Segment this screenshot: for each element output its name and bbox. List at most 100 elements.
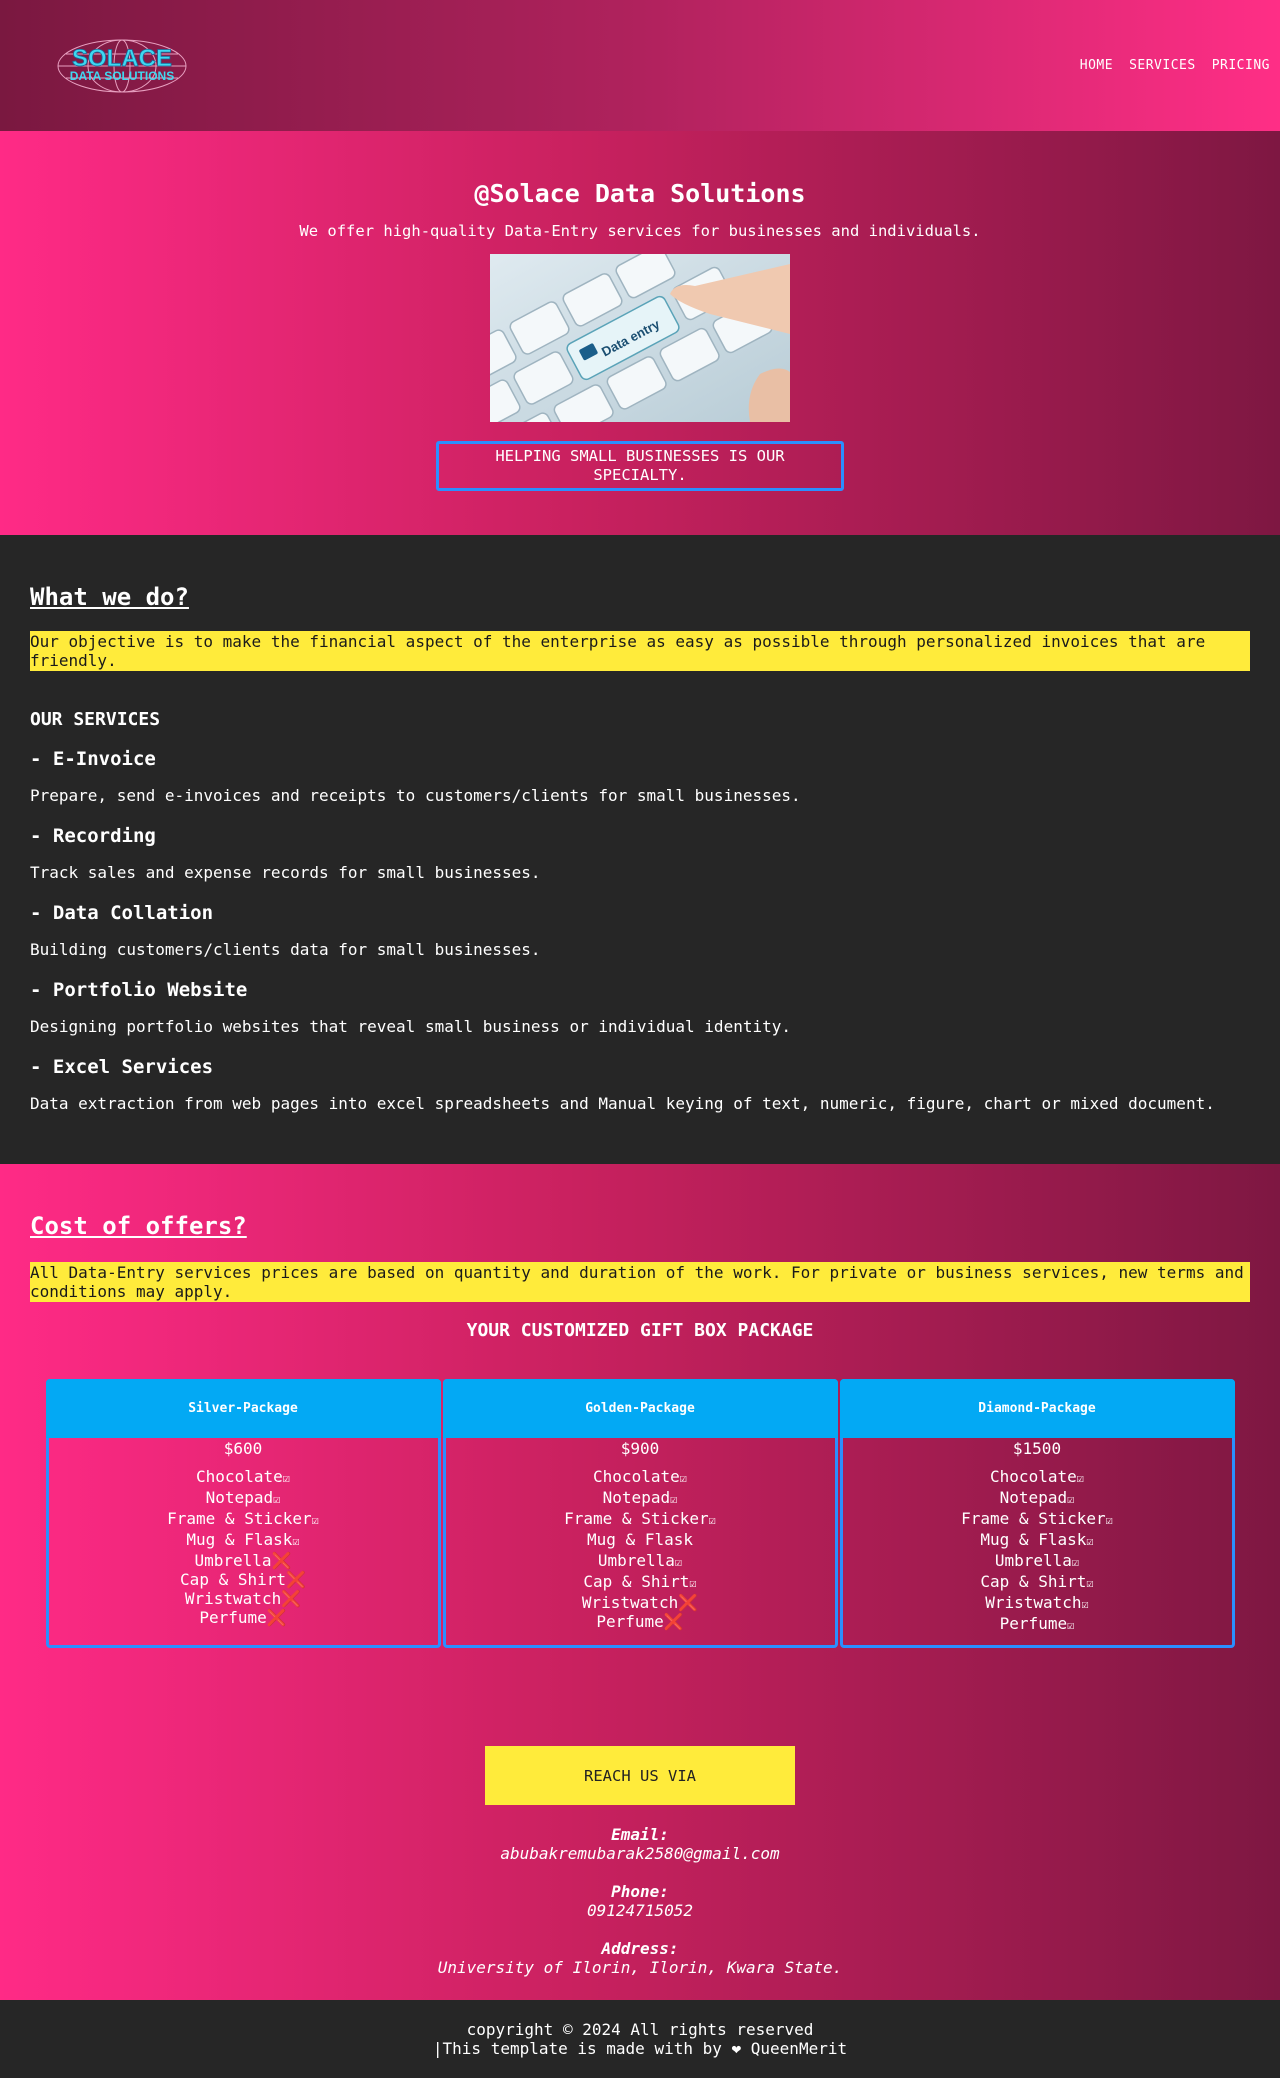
- cross-icon: ❌: [678, 1593, 699, 1612]
- package-item: Mug & Flask☑: [49, 1530, 438, 1551]
- package-item-label: Notepad: [999, 1488, 1068, 1507]
- service-desc: Track sales and expense records for smal…: [30, 863, 541, 882]
- cross-icon: ❌: [271, 1551, 292, 1570]
- package-item: Perfume❌: [49, 1608, 438, 1627]
- package-price: $1500: [1012, 1439, 1062, 1458]
- what-we-do-title: What we do?: [30, 583, 189, 611]
- package-item-label: Chocolate: [196, 1467, 283, 1486]
- package-item: Chocolate☑: [843, 1467, 1232, 1488]
- package-card-silver: Silver-Package $600 Chocolate☑ Notepad☑ Fr…: [45, 1379, 441, 1648]
- package-card-golden: Golden-Package $900 Chocolate☑ Notepad☑ Fr…: [442, 1379, 838, 1648]
- package-items: Chocolate☑ Notepad☑ Frame & Sticker☑ Mug & …: [843, 1467, 1232, 1635]
- package-item-label: Mug & Flask: [186, 1530, 293, 1549]
- logo-globe-icon: SOLACE DATA SOLUTIONS: [57, 39, 187, 92]
- credit-text: |This template is made with by ❤ QueenMe…: [432, 2039, 848, 2058]
- package-items: Chocolate☑ Notepad☑ Frame & Sticker☑ Mug & …: [49, 1467, 438, 1627]
- hero-subtitle: We offer high-quality Data-Entry service…: [299, 222, 981, 240]
- copyright-text: copyright © 2024 All rights reserved: [466, 2020, 814, 2039]
- package-item-label: Wristwatch: [184, 1589, 282, 1608]
- package-item-label: Frame & Sticker: [961, 1509, 1106, 1528]
- hero-section: @Solace Data Solutions We offer high-qua…: [0, 131, 1280, 535]
- service-desc: Prepare, send e-invoices and receipts to…: [30, 786, 801, 805]
- logo-bottom-text: DATA SOLUTIONS: [70, 69, 174, 83]
- package-card-diamond: Diamond-Package $1500 Chocolate☑ Notepad☑…: [839, 1379, 1235, 1648]
- package-item-label: Notepad: [205, 1488, 274, 1507]
- package-item-label: Umbrella: [194, 1551, 272, 1570]
- service-desc: Designing portfolio websites that reveal…: [30, 1017, 791, 1036]
- package-item-label: Mug & Flask: [980, 1530, 1087, 1549]
- package-item: Cap & Shirt❌: [49, 1570, 438, 1589]
- package-item-label: Frame & Sticker: [167, 1509, 312, 1528]
- cross-icon: ❌: [663, 1612, 684, 1631]
- package-item-label: Cap & Shirt: [583, 1572, 690, 1591]
- nav-home[interactable]: HOME: [1080, 58, 1113, 73]
- cross-icon: ❌: [266, 1608, 287, 1627]
- package-item: Umbrella☑: [843, 1551, 1232, 1572]
- checkbox-icon: ☑: [679, 1471, 687, 1485]
- packages-heading: YOUR CUSTOMIZED GIFT BOX PACKAGE: [466, 1320, 814, 1341]
- package-name: Diamond-Package: [839, 1379, 1235, 1438]
- email-link[interactable]: abubakremubarak2580@gmail.com: [30, 1844, 1250, 1863]
- cross-icon: ❌: [281, 1589, 302, 1608]
- service-desc: Building customers/clients data for smal…: [30, 940, 541, 959]
- package-item-label: Chocolate: [593, 1467, 680, 1486]
- logo[interactable]: SOLACE DATA SOLUTIONS: [30, 36, 215, 96]
- address-label: Address:: [601, 1939, 679, 1958]
- package-item-label: Perfume: [999, 1614, 1068, 1633]
- phone-label: Phone:: [611, 1882, 669, 1901]
- package-list: Silver-Package $600 Chocolate☑ Notepad☑ Fr…: [30, 1379, 1250, 1648]
- cost-of-offers-section: Cost of offers? All Data-Entry services …: [0, 1164, 1280, 2000]
- phone-number[interactable]: 09124715052: [30, 1901, 1250, 1920]
- package-item: Notepad☑: [843, 1488, 1232, 1509]
- package-item-label: Chocolate: [990, 1467, 1077, 1486]
- package-item-label: Mug & Flask: [587, 1530, 693, 1549]
- package-item: Notepad☑: [446, 1488, 835, 1509]
- package-item: Perfume❌: [446, 1612, 835, 1631]
- checkbox-icon: ☑: [1105, 1513, 1113, 1527]
- package-item: Mug & Flask☑: [843, 1530, 1232, 1551]
- package-item: Umbrella❌: [49, 1551, 438, 1570]
- checkbox-icon: ☑: [311, 1513, 319, 1527]
- checkbox-icon: ☑: [670, 1492, 678, 1506]
- package-item-label: Perfume: [199, 1608, 267, 1627]
- what-we-do-section: What we do? Our objective is to make the…: [0, 535, 1280, 1164]
- package-item-label: Umbrella: [597, 1551, 675, 1570]
- package-item: Chocolate☑: [446, 1467, 835, 1488]
- package-item: Wristwatch❌: [446, 1593, 835, 1612]
- nav-services[interactable]: SERVICES: [1129, 58, 1196, 73]
- package-items: Chocolate☑ Notepad☑ Frame & Sticker☑ Mug & …: [446, 1467, 835, 1631]
- package-item: Umbrella☑: [446, 1551, 835, 1572]
- nav-pricing[interactable]: PRICING: [1212, 58, 1270, 73]
- email-label: Email:: [611, 1825, 669, 1844]
- package-item: Frame & Sticker☑: [843, 1509, 1232, 1530]
- package-item: Chocolate☑: [49, 1467, 438, 1488]
- site-footer: copyright © 2024 All rights reserved |Th…: [0, 2000, 1280, 2078]
- tagline-banner: HELPING SMALL BUSINESSES IS OUR SPECIALT…: [436, 441, 844, 491]
- checkbox-icon: ☑: [1067, 1618, 1075, 1632]
- logo-top-text: SOLACE: [72, 45, 172, 72]
- package-name: Golden-Package: [442, 1379, 838, 1438]
- package-item: Mug & Flask: [446, 1530, 835, 1551]
- service-title: - Excel Services: [30, 1056, 214, 1078]
- package-item-label: Frame & Sticker: [564, 1509, 709, 1528]
- checkbox-icon: ☑: [273, 1492, 281, 1506]
- checkbox-icon: ☑: [708, 1513, 716, 1527]
- main-nav: HOME SERVICES PRICING: [1080, 58, 1270, 73]
- service-desc: Data extraction from web pages into exce…: [30, 1094, 1215, 1113]
- package-item-label: Wristwatch: [581, 1593, 679, 1612]
- package-item: Cap & Shirt☑: [843, 1572, 1232, 1593]
- our-services-heading: OUR SERVICES: [30, 709, 161, 730]
- package-price: $900: [620, 1439, 660, 1458]
- pricing-note: All Data-Entry services prices are based…: [30, 1262, 1250, 1302]
- package-item-label: Wristwatch: [985, 1593, 1082, 1612]
- package-item-label: Cap & Shirt: [180, 1570, 287, 1589]
- package-item: Cap & Shirt☑: [446, 1572, 835, 1593]
- reach-us-button[interactable]: REACH US VIA: [485, 1746, 795, 1805]
- package-name: Silver-Package: [45, 1379, 441, 1438]
- checkbox-icon: ☑: [1071, 1555, 1080, 1569]
- cross-icon: ❌: [286, 1570, 306, 1589]
- checkbox-icon: ☑: [674, 1555, 683, 1569]
- checkbox-icon: ☑: [1081, 1597, 1089, 1611]
- package-item: Notepad☑: [49, 1488, 438, 1509]
- keyboard-image: Data entry: [490, 254, 790, 422]
